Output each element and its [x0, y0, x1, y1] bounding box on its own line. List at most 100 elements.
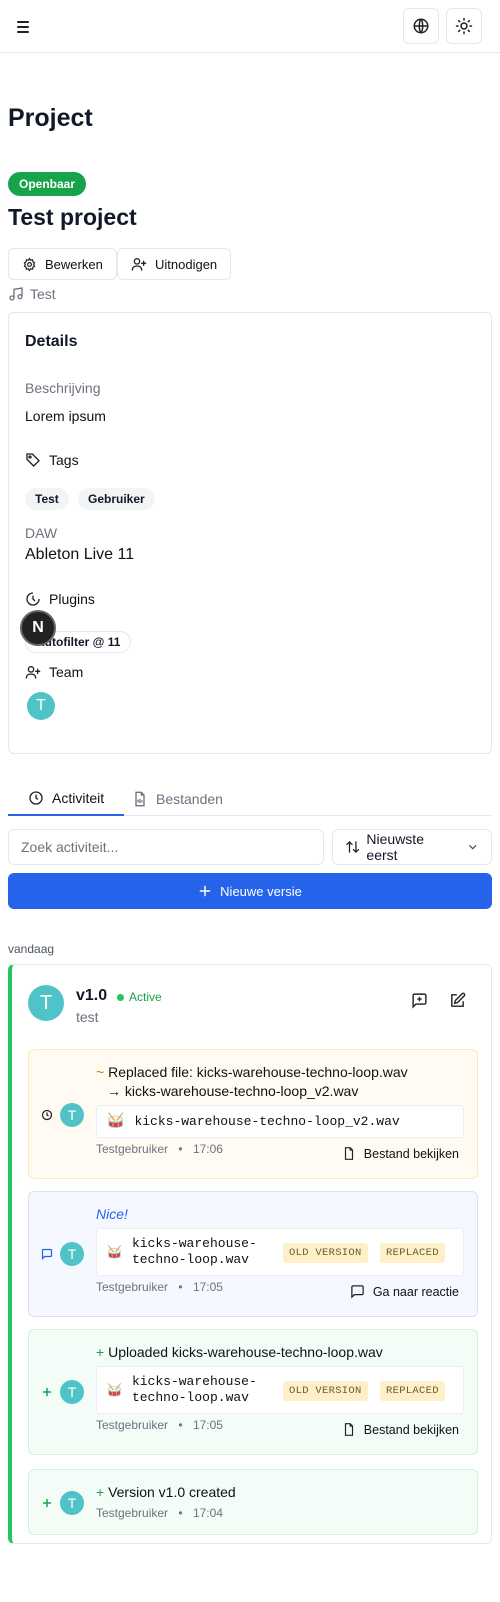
file-name: kicks-warehouse-techno-loop.wav — [132, 1374, 257, 1406]
activity-meta: Testgebruiker • 17:04 — [96, 1506, 223, 1520]
genre-label: Test — [30, 286, 56, 302]
meta-separator: • — [178, 1418, 183, 1432]
plus-icon — [42, 1387, 52, 1397]
plus-icon — [42, 1498, 52, 1508]
activity-avatar: T — [60, 1242, 84, 1266]
version-name: v1.0 — [76, 987, 108, 1004]
details-card: Details Beschrijving Lorem ipsum Tags Te… — [8, 312, 492, 754]
message-plus-icon — [411, 992, 427, 1009]
activity-search-input[interactable] — [8, 829, 324, 865]
go-to-comment-link[interactable]: Ga naar reactie — [350, 1284, 459, 1299]
tag-chip[interactable]: Test — [25, 488, 69, 510]
comment-icon — [41, 1248, 53, 1260]
meta-separator: • — [178, 1142, 183, 1156]
daw-label: DAW — [25, 525, 58, 541]
clock-icon — [41, 1109, 53, 1121]
team-member-avatar[interactable]: T — [27, 692, 55, 720]
activity-title: + Version v1.0 created — [96, 1483, 236, 1502]
comment-text: Nice! — [96, 1206, 128, 1222]
new-version-button[interactable]: Nieuwe versie — [8, 873, 492, 909]
activity-item: T + Uploaded kicks-warehouse-techno-loop… — [28, 1329, 478, 1455]
upload-symbol: + — [96, 1344, 105, 1360]
theme-toggle-button[interactable] — [446, 8, 482, 44]
plugin-icon — [26, 592, 40, 606]
add-comment-button[interactable] — [406, 987, 432, 1013]
meta-separator: • — [178, 1506, 183, 1520]
new-version-label: Nieuwe versie — [220, 883, 302, 899]
activity-item: T ~ Replaced file: kicks-warehouse-techn… — [28, 1049, 478, 1179]
activity-meta: Testgebruiker • 17:05 — [96, 1418, 223, 1432]
tab-files[interactable]: Bestanden — [132, 782, 223, 816]
team-header: Team — [25, 664, 83, 680]
plugins-header: Plugins — [25, 591, 95, 607]
activity-user: Testgebruiker — [96, 1506, 169, 1520]
gear-icon — [23, 256, 36, 272]
invite-button-label: Uitnodigen — [155, 256, 218, 272]
edit-version-button[interactable] — [444, 987, 470, 1013]
file-name-line1: kicks-warehouse- — [131, 1374, 257, 1389]
sort-arrows-icon — [346, 840, 360, 854]
version-status-label: Active — [129, 990, 162, 1004]
activity-title: + Uploaded kicks-warehouse-techno-loop.w… — [96, 1343, 383, 1362]
view-file-link[interactable]: Bestand bekijken — [342, 1422, 459, 1437]
message-icon — [351, 1285, 364, 1299]
activity-title-line2: → kicks-warehouse-techno-loop_v2.wav — [107, 1083, 359, 1099]
file-name-line2: techno-loop.wav — [131, 1252, 249, 1267]
file-icon — [344, 1147, 353, 1160]
tag-chip[interactable]: Gebruiker — [78, 488, 155, 510]
old-version-badge: OLD VERSION — [283, 1381, 368, 1401]
view-file-link[interactable]: Bestand bekijken — [342, 1146, 459, 1161]
tab-activity[interactable]: Activiteit — [8, 782, 125, 816]
plus-icon — [199, 885, 211, 897]
activity-title-text: Version v1.0 created — [108, 1484, 236, 1500]
hamburger-icon[interactable] — [14, 16, 34, 36]
replaced-badge: REPLACED — [380, 1381, 445, 1401]
file-icon — [344, 1423, 353, 1436]
activity-title-text: Uploaded kicks-warehouse-techno-loop.wav — [108, 1344, 383, 1360]
clock-icon — [29, 791, 43, 805]
sort-select[interactable]: Nieuwste eerst — [332, 829, 492, 865]
activity-meta: Testgebruiker • 17:05 — [96, 1280, 223, 1294]
user-plus-icon — [25, 666, 41, 679]
view-file-label: Bestand bekijken — [363, 1422, 459, 1437]
project-name: Test project — [8, 204, 137, 230]
activity-time: 17:05 — [192, 1418, 223, 1432]
invite-button[interactable]: Uitnodigen — [117, 248, 232, 280]
file-name-line1: kicks-warehouse- — [131, 1236, 257, 1251]
user-plus-icon — [131, 258, 147, 271]
file-audio-icon — [135, 791, 145, 807]
sort-label: Nieuwste eerst — [366, 831, 424, 863]
pencil-square-icon — [450, 992, 465, 1007]
edit-button-label: Bewerken — [45, 256, 103, 272]
tab-files-label: Bestanden — [156, 791, 223, 807]
page-title: Project — [8, 104, 93, 132]
activity-time: 17:05 — [192, 1280, 223, 1294]
meta-separator: • — [178, 1280, 183, 1294]
activity-avatar: T — [60, 1103, 84, 1127]
details-heading: Details — [25, 333, 78, 350]
version-status: Active — [117, 990, 162, 1004]
day-label: vandaag — [8, 942, 55, 956]
drum-icon: 🥁 — [107, 1114, 125, 1130]
tag-icon — [26, 453, 40, 467]
language-button[interactable] — [403, 8, 439, 44]
file-name: kicks-warehouse-techno-loop_v2.wav — [134, 1114, 400, 1129]
view-file-label: Bestand bekijken — [363, 1146, 459, 1161]
team-label: Team — [49, 664, 84, 680]
activity-user: Testgebruiker — [96, 1418, 169, 1432]
visibility-badge: Openbaar — [8, 172, 87, 196]
tags-label: Tags — [49, 452, 79, 468]
activity-title-line1: Replaced file: kicks-warehouse-techno-lo… — [108, 1064, 408, 1080]
file-box: 🥁 kicks-warehouse-techno-loop.wav OLD VE… — [96, 1366, 464, 1414]
daw-value: Ableton Live 11 — [25, 546, 135, 563]
tab-bar: Activiteit Bestanden — [8, 782, 492, 816]
old-version-badge: OLD VERSION — [283, 1243, 368, 1263]
top-bar — [0, 0, 500, 53]
file-box: 🥁 kicks-warehouse-techno-loop.wav OLD VE… — [96, 1228, 464, 1276]
dev-tools-button[interactable]: N — [20, 610, 56, 646]
description-value: Lorem ipsum — [25, 408, 106, 424]
file-name-line2: techno-loop.wav — [131, 1390, 249, 1405]
tab-activity-label: Activiteit — [52, 790, 105, 806]
edit-button[interactable]: Bewerken — [8, 248, 117, 280]
activity-item: T Nice! 🥁 kicks-warehouse-techno-loop.wa… — [28, 1191, 478, 1317]
